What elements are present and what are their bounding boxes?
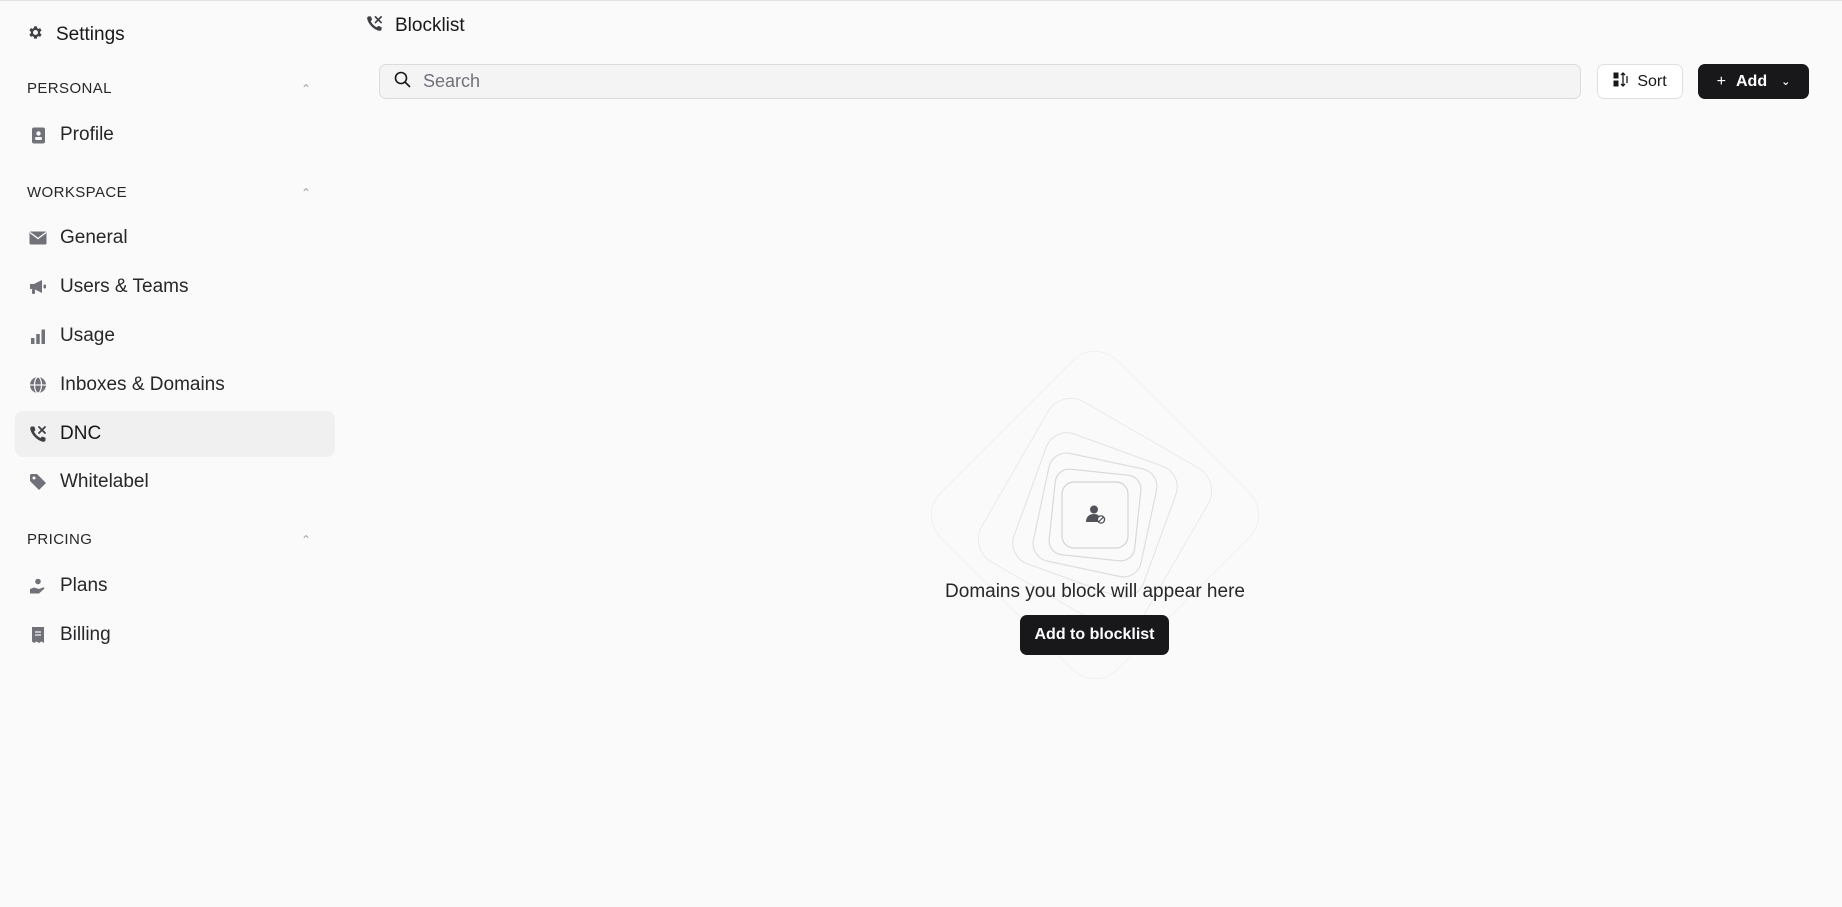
section-personal[interactable]: PERSONAL ⌃ — [27, 80, 319, 97]
empty-state-illustration — [930, 350, 1260, 680]
chevron-up-icon[interactable]: ⌃ — [301, 533, 311, 547]
add-to-blocklist-button[interactable]: Add to blocklist — [1020, 615, 1169, 655]
sidebar-item-label: General — [60, 227, 128, 248]
page-header: Blocklist — [366, 15, 465, 37]
section-workspace[interactable]: WORKSPACE ⌃ — [27, 184, 319, 201]
empty-state-message: Domains you block will appear here — [945, 581, 1245, 602]
sort-icon — [1613, 71, 1629, 92]
sidebar-item-general[interactable]: General — [15, 215, 335, 261]
sidebar-item-label: Usage — [60, 325, 115, 346]
phone-off-icon — [366, 15, 383, 37]
search-input[interactable] — [423, 71, 1523, 92]
badge-icon — [29, 126, 47, 144]
megaphone-icon — [29, 278, 47, 296]
sidebar-item-label: Inboxes & Domains — [60, 374, 225, 395]
page-title: Blocklist — [395, 15, 465, 36]
sidebar-item-label: Plans — [60, 575, 108, 596]
sort-button[interactable]: Sort — [1597, 64, 1683, 99]
sidebar-item-profile[interactable]: Profile — [15, 112, 335, 158]
chevron-up-icon[interactable]: ⌃ — [301, 186, 311, 200]
bar-chart-icon — [29, 327, 47, 345]
sidebar-item-label: DNC — [60, 423, 102, 444]
gear-icon — [27, 24, 44, 46]
settings-sidebar: Settings PERSONAL ⌃ Profile WORKSPACE ⌃ … — [0, 0, 350, 907]
receipt-icon — [29, 626, 47, 644]
sidebar-item-usage[interactable]: Usage — [15, 313, 335, 359]
sidebar-item-label: Users & Teams — [60, 276, 189, 297]
sidebar-item-label: Profile — [60, 124, 114, 145]
phone-off-icon — [29, 425, 47, 443]
plus-icon: + — [1716, 72, 1726, 90]
sidebar-item-billing[interactable]: Billing — [15, 612, 335, 658]
chevron-up-icon[interactable]: ⌃ — [301, 82, 311, 96]
sidebar-item-inboxes-domains[interactable]: Inboxes & Domains — [15, 362, 335, 408]
section-pricing[interactable]: PRICING ⌃ — [27, 531, 319, 548]
add-button[interactable]: + Add ⌄ — [1698, 64, 1809, 99]
globe-icon — [29, 376, 47, 394]
section-title: PRICING — [27, 531, 93, 548]
sidebar-item-whitelabel[interactable]: Whitelabel — [15, 459, 335, 505]
search-box[interactable] — [379, 64, 1581, 99]
sidebar-item-label: Whitelabel — [60, 471, 149, 492]
section-title: WORKSPACE — [27, 184, 128, 201]
sidebar-item-users-teams[interactable]: Users & Teams — [15, 264, 335, 310]
add-label: Add — [1736, 72, 1768, 90]
sidebar-item-dnc[interactable]: DNC — [15, 411, 335, 457]
section-title: PERSONAL — [27, 80, 112, 97]
sidebar-header: Settings — [27, 24, 125, 46]
tag-icon — [29, 473, 47, 491]
sidebar-item-label: Billing — [60, 624, 111, 645]
sidebar-item-plans[interactable]: Plans — [15, 563, 335, 609]
sort-label: Sort — [1637, 72, 1667, 90]
search-icon — [394, 71, 411, 93]
hand-coins-icon — [29, 577, 47, 595]
envelope-icon — [29, 229, 47, 247]
sidebar-title: Settings — [56, 24, 125, 45]
chevron-down-icon[interactable]: ⌄ — [1781, 75, 1790, 88]
